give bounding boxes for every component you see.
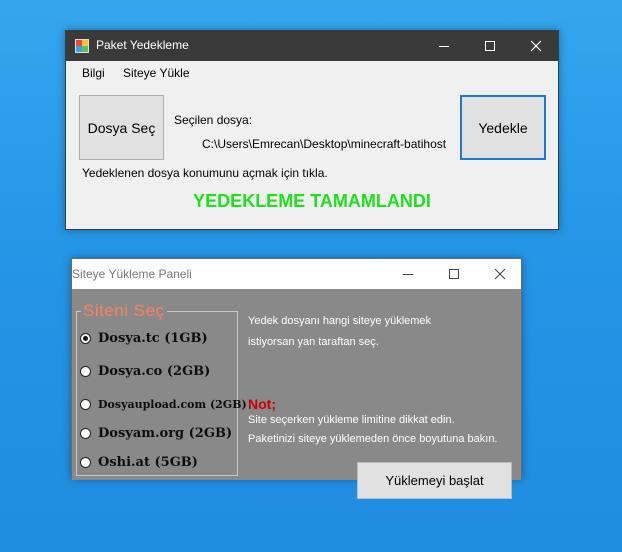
maximize-button[interactable] <box>467 31 513 61</box>
radio-option-dosya-tc[interactable]: Dosya.tc (1GB) <box>80 331 208 346</box>
selected-file-label: Seçilen dosya: <box>174 113 253 127</box>
close-icon <box>530 40 542 52</box>
close-icon <box>494 268 506 280</box>
radio-option-dosya-co[interactable]: Dosya.co (2GB) <box>80 364 210 379</box>
radio-option-dosyaupload-com[interactable]: Dosyaupload.com (2GB) <box>80 398 247 411</box>
minimize-button[interactable] <box>421 31 467 61</box>
selected-file-path: C:\Users\Emrecan\Desktop\minecraft-batih… <box>202 137 447 151</box>
window-title: Siteye Yükleme Paneli <box>72 267 192 281</box>
minimize-icon <box>439 46 449 47</box>
menu-bar: Bilgi Siteye Yükle <box>66 61 558 83</box>
maximize-icon <box>449 269 459 279</box>
status-message: YEDEKLEME TAMAMLANDI <box>193 191 431 211</box>
minimize-button[interactable] <box>385 259 431 289</box>
panel-body: Siteni Seç Dosya.tc (1GB) Dosya.co (2GB)… <box>72 289 521 499</box>
note-text-line1: Site seçerken yükleme limitine dikkat ed… <box>248 414 455 426</box>
backup-button[interactable]: Yedekle <box>460 95 546 160</box>
window-title: Paket Yedekleme <box>96 38 189 52</box>
note-title: Not; <box>248 396 276 412</box>
minimize-icon <box>403 274 413 275</box>
info-text-line2: istiyorsan yan taraftan seç. <box>248 336 379 348</box>
radio-button-icon[interactable] <box>80 366 91 377</box>
menu-siteye-yukle[interactable]: Siteye Yükle <box>123 66 190 80</box>
note-text-line2: Paketinizi siteye yüklemeden önce boyutu… <box>248 433 498 445</box>
title-bar[interactable]: Siteye Yükleme Paneli <box>72 259 521 289</box>
open-location-link[interactable]: Yedeklenen dosya konumunu açmak için tık… <box>82 166 328 180</box>
radio-button-icon[interactable] <box>80 428 91 439</box>
upload-panel-window: Siteye Yükleme Paneli Siteni Seç Dosya.t… <box>71 258 522 499</box>
info-text-line1: Yedek dosyanı hangi siteye yüklemek <box>248 315 432 327</box>
maximize-button[interactable] <box>431 259 477 289</box>
menu-bilgi[interactable]: Bilgi <box>82 66 105 80</box>
radio-button-icon[interactable] <box>80 399 91 410</box>
start-upload-button[interactable]: Yüklemeyi başlat <box>357 462 512 499</box>
radio-button-icon[interactable] <box>80 333 91 344</box>
maximize-icon <box>485 41 495 51</box>
paket-yedekleme-window: Paket Yedekleme Bilgi Siteye Yükle Dosya… <box>65 30 559 230</box>
close-button[interactable] <box>513 31 559 61</box>
radio-button-icon[interactable] <box>80 457 91 468</box>
title-bar[interactable]: Paket Yedekleme <box>66 31 558 61</box>
select-file-button[interactable]: Dosya Seç <box>79 95 164 160</box>
site-select-legend: Siteni Seç <box>81 301 167 321</box>
radio-option-oshi-at[interactable]: Oshi.at (5GB) <box>80 455 198 470</box>
app-icon <box>75 39 89 53</box>
radio-option-dosyam-org[interactable]: Dosyam.org (2GB) <box>80 426 232 441</box>
close-button[interactable] <box>477 259 523 289</box>
